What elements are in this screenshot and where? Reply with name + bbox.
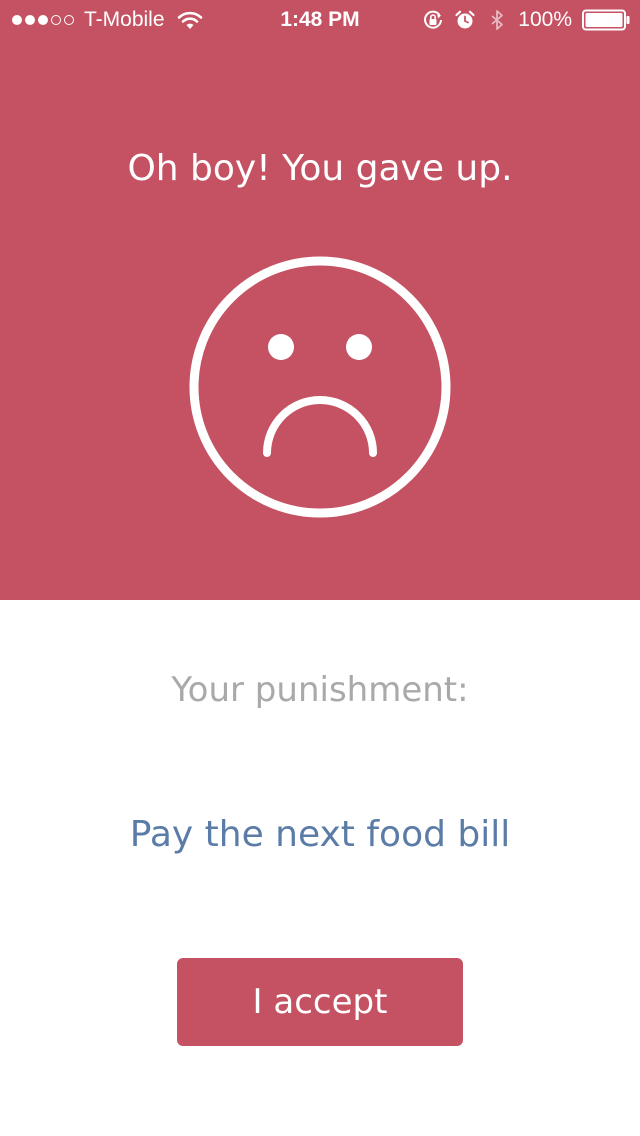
battery-icon bbox=[582, 9, 630, 31]
bluetooth-icon bbox=[491, 10, 504, 30]
status-bar: T-Mobile 1:48 PM 100% bbox=[0, 0, 640, 40]
punishment-label: Your punishment: bbox=[171, 670, 469, 710]
punishment-text: Pay the next food bill bbox=[129, 814, 511, 855]
top-panel: T-Mobile 1:48 PM 100% Oh boy! You gave u… bbox=[0, 0, 640, 600]
alarm-icon bbox=[455, 10, 475, 29]
battery-percent: 100% bbox=[518, 8, 572, 31]
sad-face-icon bbox=[189, 256, 451, 518]
status-right: 100% bbox=[422, 8, 630, 32]
accept-button[interactable]: I accept bbox=[177, 958, 463, 1046]
orientation-lock-icon bbox=[424, 10, 443, 29]
page-title: Oh boy! You gave up. bbox=[127, 148, 513, 189]
